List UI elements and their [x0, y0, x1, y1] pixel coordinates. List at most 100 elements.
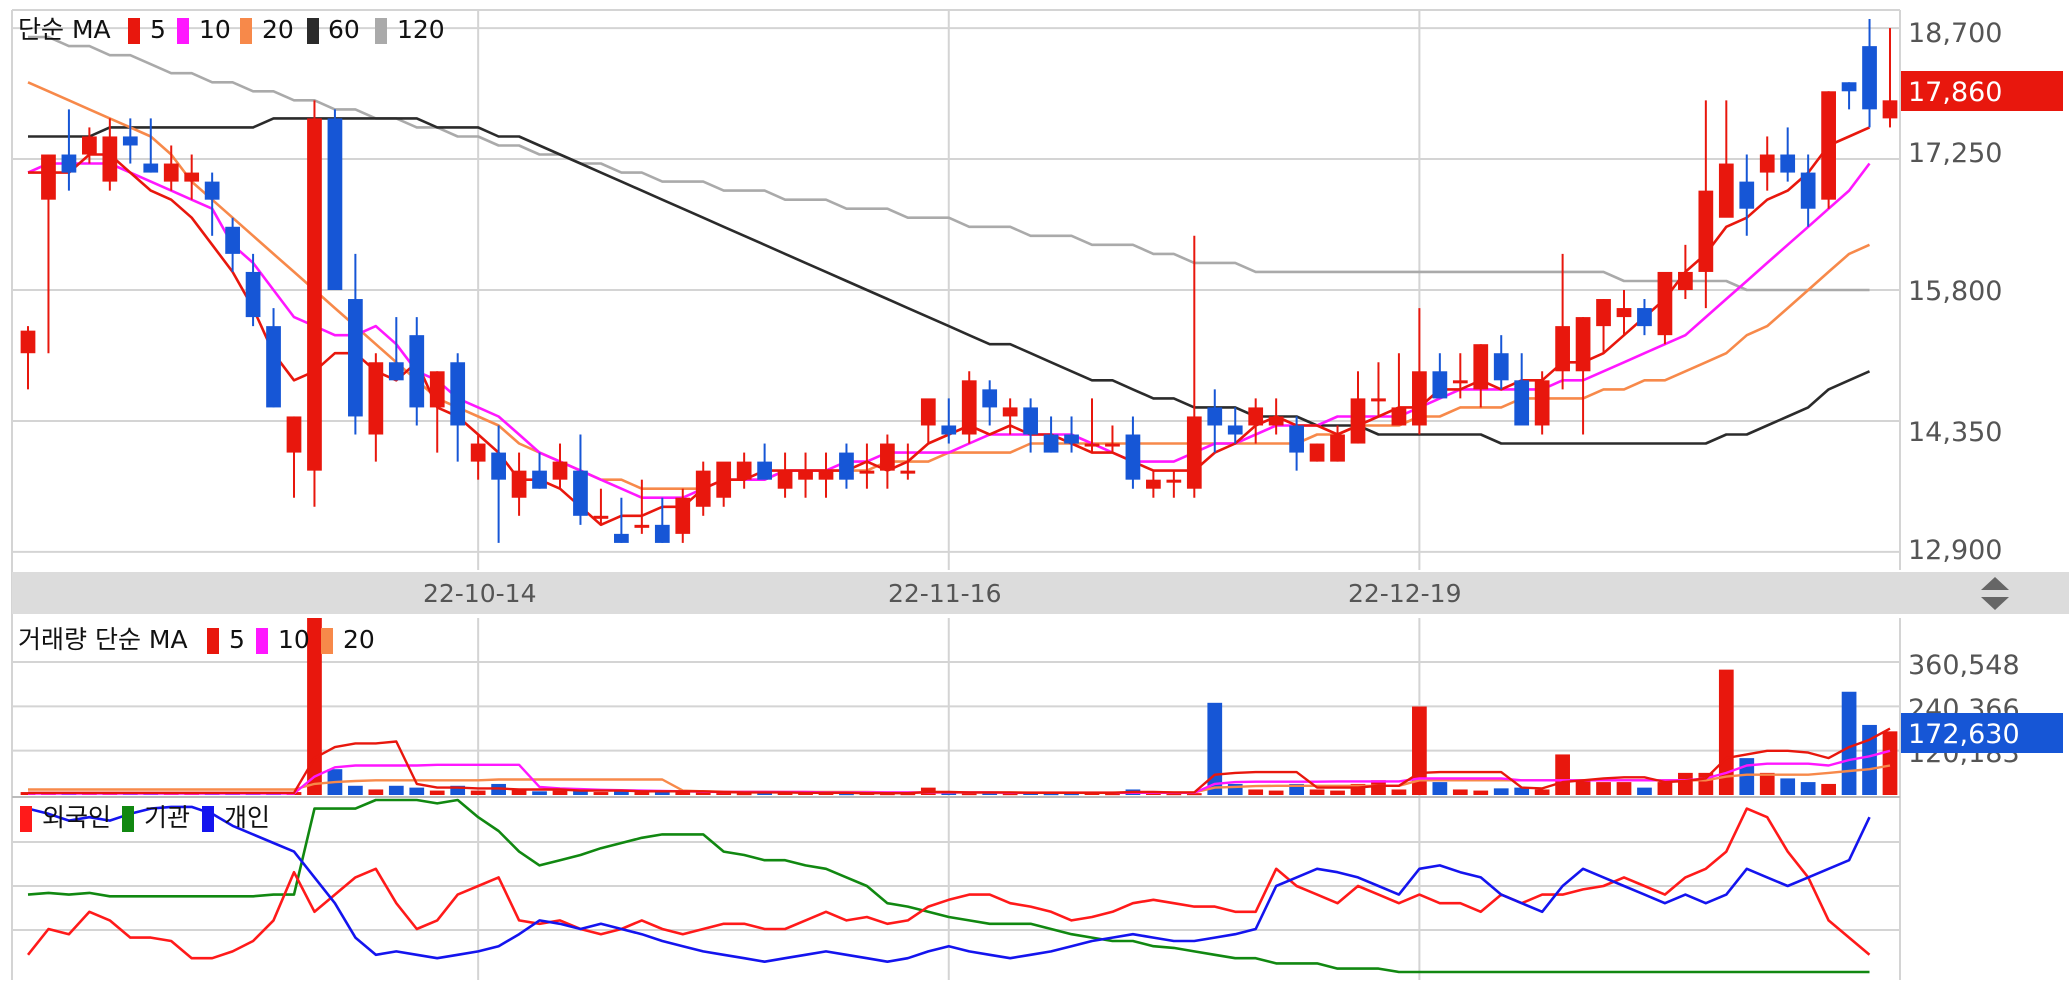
candle[interactable] — [204, 181, 220, 200]
candle[interactable] — [41, 154, 56, 200]
candle[interactable] — [348, 299, 363, 417]
volume-bar[interactable] — [1616, 782, 1632, 795]
candle[interactable] — [286, 416, 302, 453]
candle[interactable] — [1125, 434, 1141, 480]
candle[interactable] — [900, 470, 916, 474]
candle[interactable] — [1105, 443, 1120, 447]
volume-bar[interactable] — [348, 785, 363, 795]
candle[interactable] — [614, 533, 629, 543]
candle[interactable] — [1064, 434, 1079, 444]
volume-bar[interactable] — [1268, 790, 1284, 795]
candle[interactable] — [1575, 317, 1591, 372]
candle[interactable] — [1248, 407, 1264, 426]
candle[interactable] — [143, 163, 159, 173]
volume-bar[interactable] — [470, 790, 486, 795]
candle[interactable] — [409, 335, 425, 408]
volume-bar[interactable] — [368, 789, 384, 795]
candle[interactable] — [184, 172, 200, 182]
candle[interactable] — [1146, 479, 1161, 489]
volume-bar[interactable] — [1207, 702, 1223, 795]
candle[interactable] — [470, 443, 486, 462]
candle[interactable] — [82, 136, 97, 155]
volume-bar[interactable] — [429, 790, 445, 795]
volume-bar[interactable] — [1759, 772, 1775, 795]
candle[interactable] — [777, 470, 793, 489]
candle[interactable] — [245, 271, 261, 318]
candle[interactable] — [757, 461, 772, 480]
candle[interactable] — [122, 136, 138, 146]
candle[interactable] — [1759, 154, 1775, 173]
volume-bar[interactable] — [1452, 789, 1468, 795]
candle[interactable] — [1800, 172, 1816, 209]
volume-bar[interactable] — [409, 787, 425, 795]
candle[interactable] — [1780, 154, 1796, 173]
candle[interactable] — [266, 326, 281, 408]
candle[interactable] — [1841, 82, 1857, 92]
volume-bar[interactable] — [1841, 691, 1857, 795]
volume-bar[interactable] — [1800, 782, 1816, 795]
volume-bar[interactable] — [593, 792, 609, 795]
candle[interactable] — [1023, 407, 1038, 435]
candle[interactable] — [307, 118, 322, 471]
candle[interactable] — [1678, 271, 1693, 290]
candle[interactable] — [654, 524, 670, 543]
volume-bar[interactable] — [1555, 754, 1570, 795]
volume-bar[interactable] — [1473, 790, 1489, 795]
volume-bar[interactable] — [1493, 788, 1509, 795]
volume-bar[interactable] — [1678, 772, 1693, 795]
candle[interactable] — [573, 470, 588, 516]
stock-chart[interactable]: 18,700 17,250 15,800 14,350 12,900 17,86… — [0, 0, 2069, 983]
candle[interactable] — [1391, 407, 1407, 426]
candle[interactable] — [818, 470, 834, 480]
candle[interactable] — [61, 154, 77, 173]
candle[interactable] — [1166, 479, 1182, 483]
candle[interactable] — [511, 470, 527, 498]
candle[interactable] — [920, 398, 936, 426]
volume-bar[interactable] — [1534, 789, 1550, 795]
volume-bar[interactable] — [1780, 778, 1796, 795]
candle[interactable] — [716, 461, 732, 498]
candle[interactable] — [1514, 380, 1530, 426]
candle[interactable] — [1432, 371, 1448, 399]
candle[interactable] — [1309, 443, 1325, 462]
candle[interactable] — [1739, 181, 1755, 209]
candle[interactable] — [20, 330, 36, 354]
volume-bar[interactable] — [1637, 787, 1652, 795]
candle[interactable] — [1350, 398, 1366, 444]
candle[interactable] — [102, 136, 118, 182]
candle[interactable] — [1043, 434, 1059, 453]
candle[interactable] — [1371, 398, 1386, 402]
candle[interactable] — [1882, 100, 1898, 119]
candle[interactable] — [368, 362, 384, 435]
candle[interactable] — [1534, 380, 1550, 426]
candle[interactable] — [798, 470, 813, 480]
candle[interactable] — [1289, 425, 1304, 453]
candle[interactable] — [880, 443, 895, 471]
volume-bar[interactable] — [1596, 782, 1611, 795]
candle[interactable] — [1616, 308, 1632, 318]
candle[interactable] — [1596, 299, 1611, 327]
candle[interactable] — [736, 461, 752, 480]
candle[interactable] — [675, 497, 691, 534]
candle[interactable] — [1084, 443, 1100, 447]
volume-bar[interactable] — [1657, 782, 1673, 795]
candle[interactable] — [1555, 326, 1570, 372]
candle[interactable] — [1452, 380, 1468, 384]
candle[interactable] — [1493, 353, 1509, 381]
volume-bar[interactable] — [1432, 782, 1448, 795]
volume-bar[interactable] — [552, 790, 568, 795]
candle[interactable] — [1657, 271, 1673, 336]
volume-bar[interactable] — [388, 785, 404, 795]
volume-bar[interactable] — [1391, 789, 1407, 795]
date-axis-strip[interactable]: 22-10-14 22-11-16 22-12-19 — [12, 572, 2069, 614]
candle[interactable] — [327, 118, 343, 290]
volume-bar[interactable] — [1309, 789, 1325, 795]
candle[interactable] — [1718, 163, 1734, 218]
volume-bar[interactable] — [1330, 790, 1345, 795]
candle[interactable] — [695, 470, 711, 507]
candle[interactable] — [1227, 425, 1243, 435]
candle[interactable] — [1330, 434, 1345, 462]
candle[interactable] — [388, 362, 404, 381]
volume-bar[interactable] — [532, 791, 547, 795]
candle[interactable] — [1473, 344, 1489, 390]
